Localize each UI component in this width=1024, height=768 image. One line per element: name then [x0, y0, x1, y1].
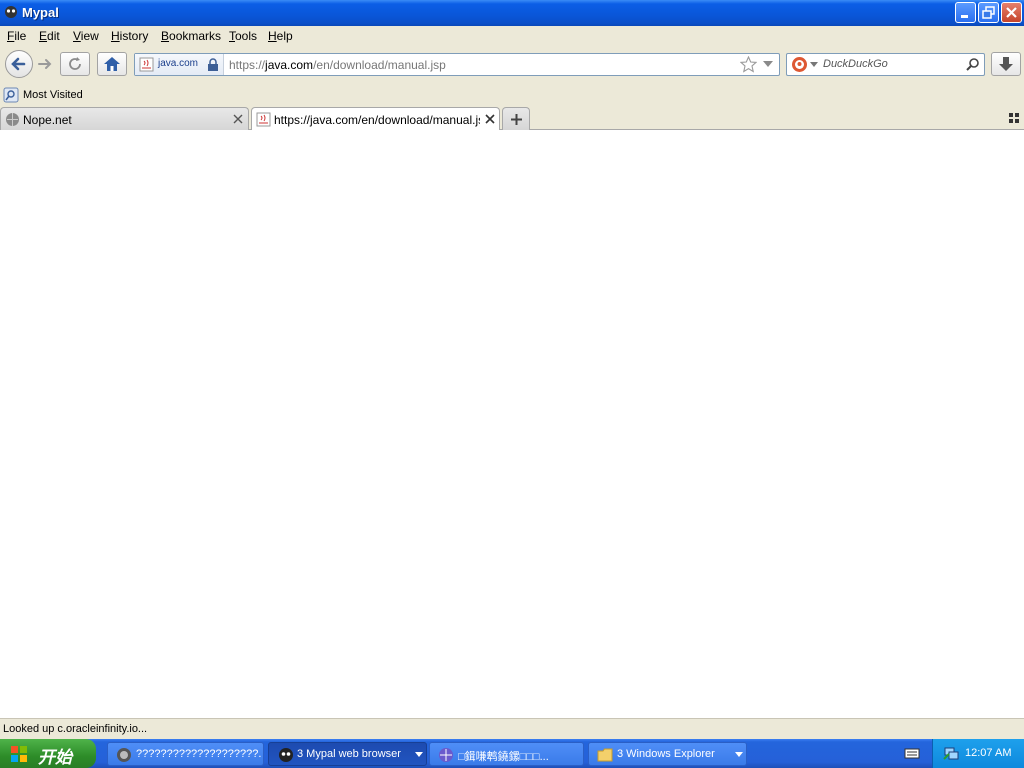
taskbar-item-explorer[interactable]: 3 Windows Explorer: [588, 742, 747, 766]
menu-tools[interactable]: Tools: [229, 29, 257, 43]
app-icon: [117, 748, 131, 762]
menu-view[interactable]: View: [73, 29, 99, 43]
page-content[interactable]: [0, 130, 1024, 718]
new-tab-button[interactable]: [502, 107, 530, 130]
tab-groups-icon[interactable]: [1009, 113, 1019, 123]
back-button[interactable]: [5, 50, 33, 78]
mypal-app-icon: [279, 748, 293, 762]
globe-icon: [6, 113, 19, 126]
identity-label: java.com: [158, 58, 199, 69]
tab-label: https://java.com/en/download/manual.jsp: [274, 113, 480, 127]
tab-label: Nope.net: [23, 113, 72, 127]
status-text: Looked up c.oracleinfinity.io...: [3, 723, 148, 735]
java-favicon-icon: [256, 112, 271, 127]
duckduckgo-icon[interactable]: [791, 56, 808, 73]
clock[interactable]: 12:07 AM: [965, 747, 1011, 759]
menu-bookmarks[interactable]: Bookmarks: [161, 29, 221, 43]
close-button[interactable]: [1001, 2, 1022, 23]
downloads-button[interactable]: [991, 52, 1021, 76]
reload-icon: [69, 57, 81, 70]
menu-edit[interactable]: Edit: [39, 29, 60, 43]
lock-icon: [208, 58, 218, 71]
search-bar[interactable]: DuckDuckGo: [786, 53, 985, 76]
url-dropdown-icon[interactable]: [762, 59, 774, 69]
bookmarks-toolbar: Most Visited: [0, 84, 1024, 106]
system-tray: 12:07 AM: [932, 739, 1024, 768]
menu-history[interactable]: History: [111, 29, 148, 43]
folder-icon: [597, 748, 613, 762]
status-bar: Looked up c.oracleinfinity.io...: [0, 718, 1024, 739]
engine-dropdown-icon[interactable]: [810, 62, 818, 68]
taskbar-item-unknown[interactable]: ????????????????????...: [107, 742, 264, 766]
app-icon: [439, 748, 453, 762]
mypal-app-icon: [5, 6, 17, 18]
tab-close-icon[interactable]: [485, 114, 495, 124]
start-button[interactable]: 开始: [0, 739, 96, 768]
menu-file[interactable]: File: [7, 29, 26, 43]
forward-arrow-icon: [38, 59, 52, 69]
network-icon[interactable]: [943, 745, 959, 761]
taskbar-item-garbled[interactable]: □鍓嗛鹎鐃鏍□□□...: [429, 742, 584, 766]
close-icon: [1006, 7, 1017, 18]
tab-close-icon[interactable]: [233, 114, 243, 124]
taskbar-item-mypal[interactable]: 3 Mypal web browser: [268, 742, 427, 766]
url-text[interactable]: https://java.com/en/download/manual.jsp: [229, 58, 446, 72]
window-title: Mypal: [22, 5, 59, 20]
download-arrow-icon: [999, 57, 1013, 71]
reload-button[interactable]: [60, 52, 90, 76]
tab-nope-net[interactable]: Nope.net: [0, 107, 249, 130]
taskbar-item-label: ????????????????????...: [136, 748, 261, 760]
group-dropdown-icon[interactable]: [735, 752, 743, 758]
back-arrow-icon: [11, 57, 26, 71]
home-icon: [104, 57, 120, 71]
plus-icon: [511, 114, 522, 125]
search-icon[interactable]: [965, 57, 980, 72]
forward-button[interactable]: [36, 55, 54, 73]
site-identity-button[interactable]: java.com: [135, 54, 224, 75]
taskbar-item-label: 3 Mypal web browser: [297, 748, 401, 760]
minimize-button[interactable]: [955, 2, 976, 23]
tab-java-download[interactable]: https://java.com/en/download/manual.jsp: [251, 107, 500, 131]
most-visited-icon: [3, 87, 19, 103]
restore-button[interactable]: [978, 2, 999, 23]
keyboard-icon[interactable]: [904, 746, 920, 760]
most-visited-bookmark[interactable]: Most Visited: [3, 86, 83, 104]
menu-help[interactable]: Help: [268, 29, 293, 43]
taskbar-item-label: □鍓嗛鹎鐃鏍□□□...: [458, 751, 549, 763]
java-favicon-icon: [139, 57, 154, 72]
taskbar-item-label: 3 Windows Explorer: [617, 748, 715, 760]
home-button[interactable]: [97, 52, 127, 76]
restore-icon: [982, 6, 995, 19]
most-visited-label: Most Visited: [23, 89, 83, 101]
window-titlebar[interactable]: Mypal: [0, 0, 1024, 26]
minimize-icon: [961, 15, 968, 18]
start-label: 开始: [38, 748, 72, 767]
bookmark-star-icon[interactable]: [740, 56, 757, 73]
search-placeholder: DuckDuckGo: [823, 58, 888, 70]
menu-bar: File Edit View History Bookmarks Tools H…: [0, 26, 1024, 46]
group-dropdown-icon[interactable]: [415, 752, 423, 758]
windows-logo-icon: [11, 746, 27, 762]
